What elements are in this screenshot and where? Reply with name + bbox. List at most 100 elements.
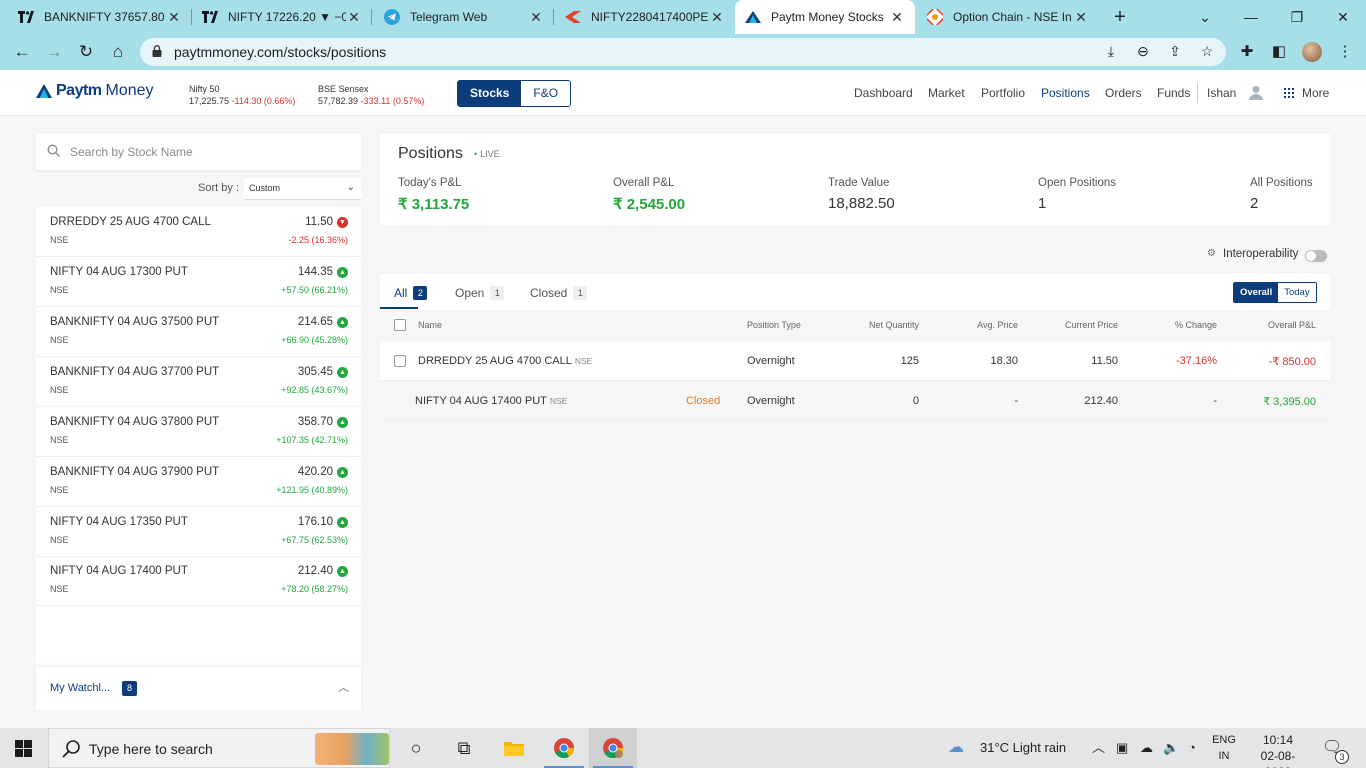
chevron-up-icon[interactable]: ︿: [1092, 728, 1105, 768]
ltp: 144.35: [297, 266, 333, 278]
network-icon[interactable]: ◔: [1188, 728, 1196, 768]
cortana-icon[interactable]: ○: [392, 728, 440, 768]
nav-market[interactable]: Market: [928, 86, 965, 100]
nav-dashboard[interactable]: Dashboard: [854, 86, 913, 100]
install-app-icon[interactable]: ⤓: [1102, 43, 1120, 61]
zoom-icon[interactable]: ⊖: [1134, 43, 1152, 61]
back-arrow-icon[interactable]: ←: [10, 40, 34, 64]
kebab-menu-icon[interactable]: ⋮: [1334, 41, 1356, 63]
select-all-checkbox[interactable]: [394, 319, 406, 331]
profile-avatar[interactable]: [1302, 42, 1322, 62]
column-net-quantity[interactable]: Net Quantity: [869, 320, 919, 330]
stocks-segment-button[interactable]: Stocks: [458, 81, 522, 106]
list-item[interactable]: DRREDDY 25 AUG 4700 CALL NSE 11.50 ▼ -2.…: [36, 207, 361, 257]
list-item[interactable]: BANKNIFTY 04 AUG 37800 PUT NSE 358.70 ▲ …: [36, 407, 361, 457]
list-item[interactable]: NIFTY 04 AUG 17300 PUT NSE 144.35 ▲ +57.…: [36, 257, 361, 307]
nifty-index[interactable]: Nifty 50 17,225.75 -114.30 (0.66%): [189, 83, 295, 107]
browser-tab[interactable]: Option Chain - NSE In ✕: [917, 0, 1099, 34]
today-view-button[interactable]: Today: [1278, 283, 1316, 302]
tab-all[interactable]: All 2: [394, 286, 428, 300]
user-icon[interactable]: [1249, 85, 1263, 100]
weather-rain-icon[interactable]: ☁: [948, 728, 964, 768]
live-label: LIVE: [480, 149, 500, 159]
nav-orders[interactable]: Orders: [1105, 86, 1142, 100]
nav-portfolio[interactable]: Portfolio: [981, 86, 1025, 100]
system-clock[interactable]: 10:14 02-08-2022: [1255, 732, 1301, 768]
exchange-label: NSE: [549, 396, 568, 406]
nav-positions[interactable]: Positions: [1041, 86, 1090, 100]
list-item[interactable]: BANKNIFTY 04 AUG 37500 PUT NSE 214.65 ▲ …: [36, 307, 361, 357]
chrome-profile-icon[interactable]: [589, 728, 637, 768]
row-checkbox[interactable]: [394, 355, 406, 367]
extensions-puzzle-icon[interactable]: ✚: [1236, 41, 1258, 63]
stock-search-input[interactable]: Search by Stock Name: [36, 134, 361, 170]
column-avg-price[interactable]: Avg. Price: [977, 320, 1018, 330]
more-menu[interactable]: More: [1302, 86, 1329, 100]
column-percent-change[interactable]: % Change: [1175, 320, 1217, 330]
stat-value: 2: [1250, 195, 1259, 212]
list-item[interactable]: BANKNIFTY 04 AUG 37700 PUT NSE 305.45 ▲ …: [36, 357, 361, 407]
close-window-button[interactable]: ✕: [1320, 0, 1366, 34]
restore-button[interactable]: ❐: [1274, 0, 1320, 34]
close-icon[interactable]: ✕: [889, 9, 905, 26]
volume-icon[interactable]: 🔈: [1163, 728, 1179, 768]
bookmark-star-icon[interactable]: ☆: [1198, 43, 1216, 61]
apps-grid-icon[interactable]: [1284, 88, 1294, 98]
browser-tab[interactable]: NIFTY2280417400PE ( ✕: [555, 0, 735, 34]
tab-search-icon[interactable]: ⌄: [1182, 0, 1228, 34]
instrument-name: BANKNIFTY 04 AUG 37700 PUT: [50, 366, 220, 378]
task-view-icon[interactable]: ⧉: [440, 728, 488, 768]
home-icon[interactable]: ⌂: [106, 40, 130, 64]
taskbar-search-box[interactable]: Type here to search: [48, 728, 390, 768]
overall-view-button[interactable]: Overall: [1234, 283, 1279, 302]
sort-dropdown[interactable]: Custom ⌄: [244, 178, 361, 200]
reload-icon[interactable]: ↻: [74, 40, 98, 64]
onedrive-icon[interactable]: ☁: [1140, 728, 1153, 768]
chrome-icon[interactable]: [540, 728, 588, 768]
close-icon[interactable]: ✕: [346, 9, 362, 26]
column-position-type[interactable]: Position Type: [747, 320, 801, 330]
interoperability-toggle[interactable]: [1305, 250, 1327, 262]
sort-value: Custom: [249, 183, 281, 193]
table-row[interactable]: NIFTY 04 AUG 17400 PUT NSE Closed Overnig…: [380, 381, 1330, 421]
file-explorer-icon[interactable]: [490, 728, 538, 768]
table-row[interactable]: DRREDDY 25 AUG 4700 CALL NSE Overnight 12…: [380, 341, 1330, 381]
list-item[interactable]: BANKNIFTY 04 AUG 37900 PUT NSE 420.20 ▲ …: [36, 457, 361, 507]
fno-segment-button[interactable]: F&O: [521, 81, 571, 106]
tab-open[interactable]: Open 1: [455, 286, 505, 300]
browser-tab[interactable]: NIFTY 17226.20 ▼ −0 ✕: [192, 0, 372, 34]
windows-start-icon[interactable]: [15, 740, 32, 757]
search-placeholder: Search by Stock Name: [70, 145, 193, 159]
share-icon[interactable]: ⇪: [1166, 43, 1184, 61]
address-bar[interactable]: paytmmoney.com/stocks/positions ⤓ ⊖ ⇪ ☆: [140, 38, 1226, 66]
browser-tab[interactable]: Telegram Web ✕: [374, 0, 554, 34]
browser-tab[interactable]: BANKNIFTY 37657.80 ✕: [8, 0, 192, 34]
browser-tab-active[interactable]: Paytm Money Stocks ✕: [735, 0, 915, 34]
index-value: 17,225.75: [189, 96, 230, 106]
column-current-price[interactable]: Current Price: [1065, 320, 1118, 330]
nav-funds[interactable]: Funds: [1157, 86, 1190, 100]
sensex-index[interactable]: BSE Sensex 57,782.39 -333.11 (0.57%): [318, 83, 424, 107]
minimize-button[interactable]: —: [1228, 0, 1274, 34]
list-item[interactable]: NIFTY 04 AUG 17350 PUT NSE 176.10 ▲ +67.…: [36, 507, 361, 557]
close-icon[interactable]: ✕: [528, 9, 544, 26]
paytm-money-logo[interactable]: Paytm Money: [36, 82, 154, 100]
close-icon[interactable]: ✕: [166, 9, 182, 26]
user-name[interactable]: Ishan: [1207, 86, 1236, 100]
watchlist-footer[interactable]: My Watchl... 8 ︿: [36, 667, 361, 710]
chevron-up-icon[interactable]: ︿: [338, 679, 349, 695]
column-name[interactable]: Name: [418, 320, 442, 330]
watchlist-name[interactable]: My Watchl...: [50, 682, 110, 694]
tab-closed[interactable]: Closed 1: [530, 286, 588, 300]
close-icon[interactable]: ✕: [709, 9, 725, 26]
meet-now-icon[interactable]: ▣: [1116, 728, 1128, 768]
new-tab-button[interactable]: +: [1108, 5, 1132, 29]
up-arrow-icon: ▲: [337, 566, 348, 577]
forward-arrow-icon[interactable]: →: [42, 40, 66, 64]
language-indicator[interactable]: ENG IN: [1212, 732, 1236, 764]
weather-text[interactable]: 31°C Light rain: [980, 728, 1066, 768]
close-icon[interactable]: ✕: [1073, 9, 1089, 26]
list-item[interactable]: NIFTY 04 AUG 17400 PUT NSE 212.40 ▲ +78.…: [36, 556, 361, 606]
column-overall-pnl[interactable]: Overall P&L: [1268, 320, 1316, 330]
side-panel-icon[interactable]: ◧: [1268, 41, 1290, 63]
